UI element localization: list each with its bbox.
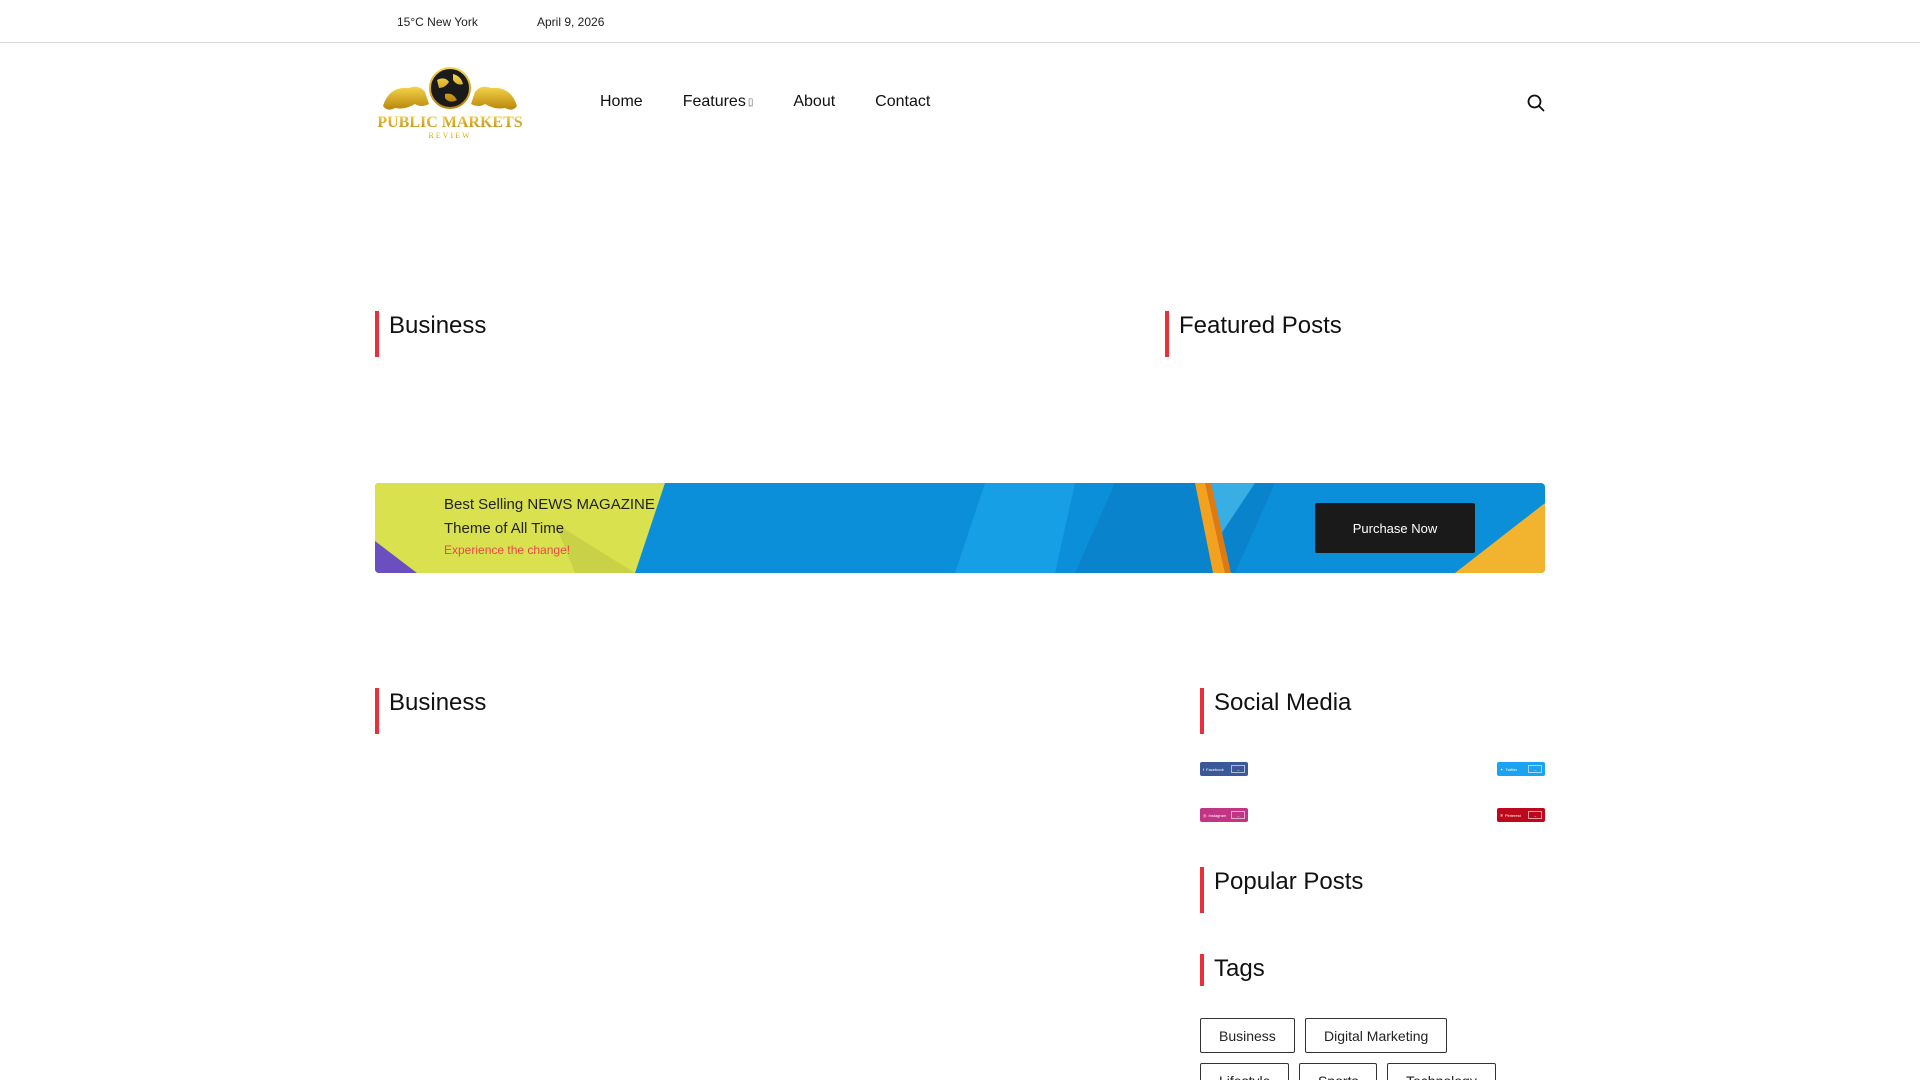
nav-features-label: Features: [682, 93, 746, 110]
instagram-count-icon: →: [1231, 811, 1245, 819]
section-title-business-bottom: Business: [375, 688, 486, 734]
instagram-button[interactable]: ◎ Instagram →: [1200, 808, 1248, 822]
nav-features[interactable]: Features ▯: [683, 93, 754, 111]
purchase-now-button[interactable]: Purchase Now: [1315, 503, 1475, 553]
nav-contact[interactable]: Contact: [875, 93, 930, 111]
logo-title-text: PUBLIC MARKETS: [377, 114, 522, 131]
pinterest-count-icon: →: [1528, 811, 1542, 819]
tag-business[interactable]: Business: [1200, 1018, 1295, 1053]
banner-headline-line1: Best Selling NEWS MAGAZINE: [444, 496, 655, 513]
pinterest-icon: ℗: [1500, 812, 1503, 818]
current-date: April 9, 2026: [537, 15, 605, 29]
search-icon[interactable]: [1527, 94, 1545, 112]
chevron-down-icon: ▯: [747, 96, 754, 108]
instagram-icon: ◎: [1203, 812, 1207, 818]
tag-digital-marketing[interactable]: Digital Marketing: [1305, 1018, 1448, 1053]
banner-tagline: Experience the change!: [444, 543, 571, 557]
ad-banner[interactable]: Best Selling NEWS MAGAZINE Theme of All …: [375, 483, 1545, 573]
section-title-featured-posts: Featured Posts: [1165, 311, 1342, 357]
tag-lifestyle[interactable]: Lifestyle: [1200, 1063, 1290, 1080]
section-title-social-media: Social Media: [1200, 688, 1351, 734]
section-title-tags: Tags: [1200, 954, 1265, 986]
section-title-popular-posts: Popular Posts: [1200, 867, 1363, 913]
tag-sports[interactable]: Sports: [1299, 1063, 1378, 1080]
site-logo[interactable]: PUBLIC MARKETS REVIEW: [375, 64, 525, 142]
banner-headline-line2: Theme of All Time: [444, 520, 565, 537]
logo-image: PUBLIC MARKETS REVIEW: [377, 67, 523, 140]
top-bar: 15°C New York April 9, 2026: [0, 0, 1920, 43]
tag-technology[interactable]: Technology: [1387, 1063, 1496, 1080]
section-title-business-top: Business: [375, 311, 486, 357]
facebook-button[interactable]: f Facebook →: [1200, 762, 1248, 776]
twitter-icon: ✦: [1500, 766, 1504, 772]
facebook-count-icon: →: [1231, 765, 1245, 773]
pinterest-button[interactable]: ℗ Pinterest →: [1497, 808, 1545, 822]
nav-about[interactable]: About: [793, 93, 835, 111]
twitter-count-icon: →: [1528, 765, 1542, 773]
facebook-icon: f: [1203, 766, 1205, 772]
twitter-button[interactable]: ✦ Twitter →: [1497, 762, 1545, 776]
weather-info: 15°C New York: [397, 15, 478, 29]
main-nav: Home Features ▯ About Contact: [600, 93, 970, 111]
nav-home[interactable]: Home: [600, 93, 643, 111]
logo-subtitle-text: REVIEW: [428, 131, 471, 140]
